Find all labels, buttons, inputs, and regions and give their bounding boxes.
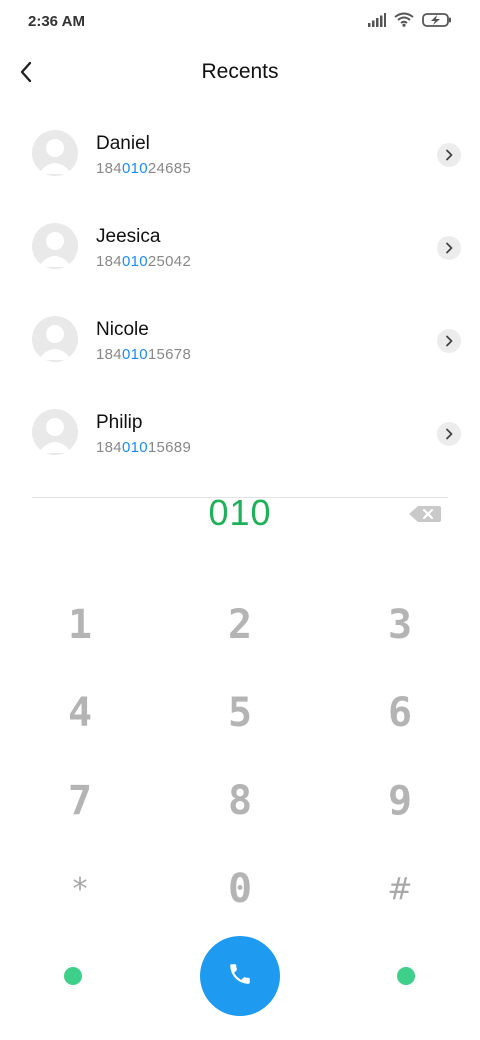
contact-number: 18401015689 xyxy=(96,439,192,456)
key-1[interactable]: 1 xyxy=(30,590,130,660)
key-star[interactable]: * xyxy=(30,854,130,924)
contact-name: Philip xyxy=(96,412,143,433)
key-7[interactable]: 7 xyxy=(30,766,130,836)
contact-row-daniel[interactable]: Daniel 18401024685 xyxy=(0,108,480,201)
key-5[interactable]: 5 xyxy=(190,678,290,748)
key-6[interactable]: 6 xyxy=(350,678,450,748)
avatar xyxy=(32,130,78,176)
status-bar: 2:36 AM xyxy=(0,0,480,44)
key-0[interactable]: 0 xyxy=(190,854,290,924)
contact-name: Daniel xyxy=(96,133,150,154)
chevron-right-icon[interactable] xyxy=(437,329,461,353)
call-button[interactable] xyxy=(200,936,280,1016)
signal-icon xyxy=(368,12,386,32)
contact-row-jeesica[interactable]: Jeesica 18401025042 xyxy=(0,201,480,294)
backspace-icon[interactable] xyxy=(408,504,442,524)
key-hash[interactable]: # xyxy=(350,854,450,924)
avatar xyxy=(32,316,78,362)
page-title: Recents xyxy=(201,60,279,83)
contact-row-philip[interactable]: Philip 18401015689 xyxy=(0,387,480,480)
chevron-right-icon[interactable] xyxy=(437,422,461,446)
battery-charging-icon xyxy=(422,12,452,32)
avatar xyxy=(32,223,78,269)
avatar xyxy=(32,409,78,455)
contact-number: 18401015678 xyxy=(96,346,192,363)
number-match-highlight: 010 xyxy=(121,346,148,363)
wifi-icon xyxy=(394,12,414,32)
key-8[interactable]: 8 xyxy=(190,766,290,836)
key-4[interactable]: 4 xyxy=(30,678,130,748)
number-match-highlight: 010 xyxy=(121,439,148,456)
key-3[interactable]: 3 xyxy=(350,590,450,660)
number-match-highlight: 010 xyxy=(121,160,148,177)
chevron-right-icon[interactable] xyxy=(437,143,461,167)
header: Recents xyxy=(0,44,480,100)
key-9[interactable]: 9 xyxy=(350,766,450,836)
contact-row-nicole[interactable]: Nicole 18401015678 xyxy=(0,294,480,387)
contact-number: 18401025042 xyxy=(96,253,192,270)
contact-name: Jeesica xyxy=(96,226,161,247)
key-2[interactable]: 2 xyxy=(190,590,290,660)
chevron-right-icon[interactable] xyxy=(437,236,461,260)
phone-icon xyxy=(227,961,253,992)
number-match-highlight: 010 xyxy=(121,253,148,270)
left-action-dot[interactable] xyxy=(64,967,82,985)
status-time: 2:36 AM xyxy=(28,13,85,30)
right-action-dot[interactable] xyxy=(397,967,415,985)
contact-number: 18401024685 xyxy=(96,160,192,177)
contact-name: Nicole xyxy=(96,319,149,340)
status-icons xyxy=(368,12,452,32)
